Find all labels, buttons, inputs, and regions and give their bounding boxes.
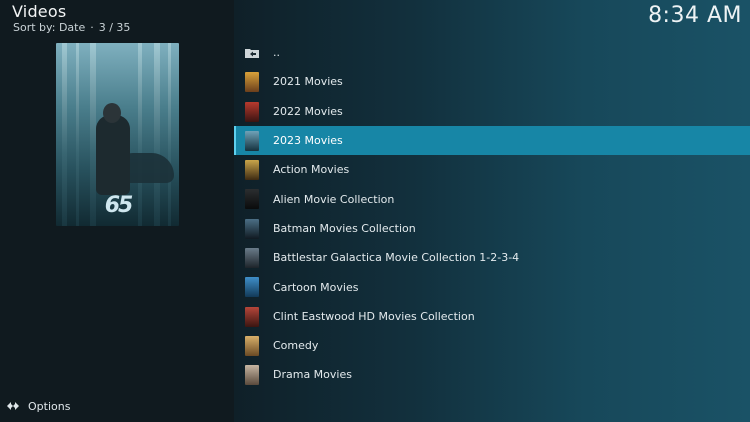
poster-tree <box>76 43 79 226</box>
separator: · <box>90 21 94 34</box>
options-label: Options <box>28 399 71 413</box>
list-item-label: Comedy <box>273 339 319 353</box>
folder-thumbnail <box>245 130 259 151</box>
list-item-label: Clint Eastwood HD Movies Collection <box>273 309 475 323</box>
folder-thumbnail <box>245 189 259 210</box>
list-item-label: 2021 Movies <box>273 75 343 89</box>
list-item[interactable]: 2021 Movies <box>234 67 750 96</box>
sort-label: Sort by: Date <box>13 21 86 34</box>
page-title: Videos <box>12 2 67 21</box>
poster-logo: 65 <box>104 193 134 218</box>
list-item[interactable]: Comedy <box>234 331 750 360</box>
poster-figure-head <box>103 103 121 123</box>
list-item[interactable]: Drama Movies <box>234 360 750 389</box>
list-item-label: 2022 Movies <box>273 104 343 118</box>
list-item[interactable]: 2022 Movies <box>234 97 750 126</box>
list-item-label: Action Movies <box>273 163 350 177</box>
kodi-videos-screen: Videos Sort by: Date · 3 / 35 65 Options <box>0 0 750 422</box>
sort-info: Sort by: Date · 3 / 35 <box>13 21 130 34</box>
poster-tree <box>62 43 67 226</box>
list-item-label: Drama Movies <box>273 368 352 382</box>
folder-thumbnail <box>245 248 259 269</box>
parent-folder-icon <box>245 48 259 58</box>
list-item-label: Cartoon Movies <box>273 280 359 294</box>
item-position: 3 / 35 <box>98 21 131 34</box>
selected-item-poster: 65 <box>56 43 179 226</box>
folder-thumbnail <box>245 277 259 298</box>
list-item[interactable]: Battlestar Galactica Movie Collection 1-… <box>234 243 750 272</box>
folder-thumbnail <box>245 365 259 386</box>
list-item[interactable]: Clint Eastwood HD Movies Collection <box>234 302 750 331</box>
poster-tree <box>154 43 160 226</box>
parent-folder-item[interactable]: .. <box>234 38 750 67</box>
info-panel: Videos Sort by: Date · 3 / 35 65 Options <box>0 0 234 422</box>
list-item-label: Alien Movie Collection <box>273 192 395 206</box>
poster-tree <box>168 43 171 226</box>
list-item-label: .. <box>273 46 280 60</box>
folder-thumbnail <box>245 101 259 122</box>
folder-thumbnail <box>245 72 259 93</box>
list-item-label: Batman Movies Collection <box>273 221 416 235</box>
list-item[interactable]: 2023 Movies <box>234 125 750 156</box>
folder-thumbnail <box>245 160 259 181</box>
folder-thumbnail <box>245 218 259 239</box>
list-item-label: 2023 Movies <box>273 134 343 148</box>
poster-figure <box>96 115 130 195</box>
folder-thumbnail <box>245 335 259 356</box>
clock: 8:34 AM <box>648 3 742 28</box>
list-item[interactable]: Action Movies <box>234 155 750 184</box>
list-item[interactable]: Cartoon Movies <box>234 272 750 301</box>
folder-list[interactable]: .. 2021 Movies 2022 Movies 2023 Movies Actio… <box>234 38 750 390</box>
list-item[interactable]: Alien Movie Collection <box>234 184 750 213</box>
options-button[interactable]: Options <box>6 399 70 413</box>
folder-thumbnail <box>245 306 259 327</box>
list-item-label: Battlestar Galactica Movie Collection 1-… <box>273 251 520 265</box>
list-item[interactable]: Batman Movies Collection <box>234 214 750 243</box>
options-icon <box>6 399 20 413</box>
